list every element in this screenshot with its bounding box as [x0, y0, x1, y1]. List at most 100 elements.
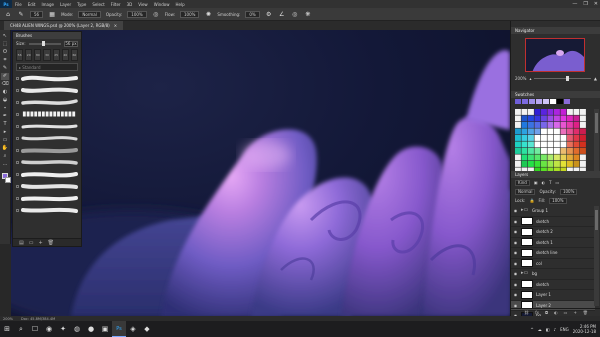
path-select-tool-icon[interactable]: ▸: [1, 129, 9, 136]
visibility-eye-icon[interactable]: ◉: [513, 240, 518, 245]
swatch-cell[interactable]: [541, 122, 547, 128]
swatch-cell[interactable]: [580, 128, 586, 135]
swatch-cell[interactable]: [560, 115, 567, 122]
swatch-cell[interactable]: [547, 109, 554, 115]
swatch-color[interactable]: [550, 99, 556, 104]
brush-size-picker[interactable]: 56: [30, 10, 44, 18]
taskbar-app-icon[interactable]: ◆: [140, 321, 154, 337]
layer-row[interactable]: ◉ ▸▭ Group 1: [511, 206, 595, 217]
swatch-cell[interactable]: [547, 161, 554, 167]
brush-stroke-item[interactable]: [16, 170, 78, 179]
swatch-cell[interactable]: [521, 122, 528, 128]
swatch-color[interactable]: [557, 99, 563, 104]
checkbox[interactable]: [16, 125, 19, 128]
swatch-cell[interactable]: [515, 115, 521, 122]
swatch-grid[interactable]: [511, 109, 591, 179]
swatch-cell[interactable]: [580, 161, 586, 167]
new-brush-icon[interactable]: +: [38, 240, 42, 246]
swatch-cell[interactable]: [580, 135, 586, 141]
swatch-cell[interactable]: [580, 115, 586, 122]
layer-row[interactable]: ◉ sketch 1: [511, 238, 595, 248]
swatch-cell[interactable]: [573, 135, 580, 141]
dodge-tool-icon[interactable]: ⬩: [1, 105, 9, 112]
airbrush-icon[interactable]: ✺: [204, 10, 212, 18]
layer-row[interactable]: ◉ sketch: [511, 217, 595, 227]
marquee-tool-icon[interactable]: ⬚: [1, 41, 9, 48]
volume-icon[interactable]: ♪: [554, 327, 557, 332]
swatch-cell[interactable]: [573, 141, 580, 148]
navigator-thumbnail[interactable]: [525, 38, 585, 72]
pen-tool-icon[interactable]: ✒: [1, 113, 9, 120]
swatch-cell[interactable]: [541, 141, 547, 148]
brush-preset[interactable]: 40: [61, 49, 69, 61]
angle-icon[interactable]: ∠: [278, 10, 286, 18]
visibility-eye-icon[interactable]: ◉: [513, 271, 518, 276]
swatch-cell[interactable]: [573, 148, 580, 154]
taskbar-app-icon[interactable]: ▣: [98, 321, 112, 337]
swatch-cell[interactable]: [560, 109, 567, 115]
document-tab-close-icon[interactable]: ×: [114, 23, 117, 28]
swatch-cell[interactable]: [573, 161, 580, 167]
visibility-eye-icon[interactable]: ◉: [513, 229, 518, 234]
brush-stroke-item[interactable]: [16, 158, 78, 167]
menu-file[interactable]: File: [12, 2, 25, 7]
taskbar-app-icon[interactable]: ◍: [70, 321, 84, 337]
swatch-cell[interactable]: [534, 109, 541, 115]
swatch-cell[interactable]: [567, 128, 573, 135]
swatch-cell[interactable]: [580, 154, 586, 161]
swatch-cell[interactable]: [567, 141, 573, 148]
zoom-out-icon[interactable]: ▴: [529, 76, 531, 81]
swatches-scrollbar[interactable]: [594, 109, 599, 179]
brush-size-slider[interactable]: [28, 40, 61, 46]
brush-settings-icon[interactable]: ▤: [19, 240, 24, 246]
checkbox[interactable]: [16, 89, 19, 92]
tray-overflow-icon[interactable]: ^: [530, 327, 533, 332]
swatch-cell[interactable]: [534, 161, 541, 167]
navigator-zoom-value[interactable]: 200%: [515, 76, 526, 81]
layer-row[interactable]: ◉ sketch 2: [511, 227, 595, 238]
swatches-tab[interactable]: Swatches: [515, 92, 534, 97]
minimize-button[interactable]: —: [572, 1, 577, 7]
swatch-cell[interactable]: [560, 148, 567, 154]
swatch-color[interactable]: [536, 99, 542, 104]
checkbox[interactable]: [16, 173, 19, 176]
filter-shape-icon[interactable]: ▭: [556, 180, 560, 185]
layer-row[interactable]: ◉ Layer 1: [511, 290, 595, 301]
layer-kind-filter[interactable]: Kind: [515, 179, 530, 186]
swatch-cell[interactable]: [521, 154, 528, 161]
brush-stroke-item[interactable]: [16, 122, 78, 131]
checkbox[interactable]: [16, 197, 19, 200]
layer-row[interactable]: ◉ ▸▭ bg: [511, 269, 595, 280]
menu-layer[interactable]: Layer: [57, 2, 74, 7]
filter-pixel-icon[interactable]: ▣: [534, 180, 538, 185]
brush-tool-icon[interactable]: ✐: [1, 73, 9, 80]
swatch-cell[interactable]: [560, 122, 567, 128]
swatch-cell[interactable]: [528, 161, 534, 167]
taskbar-app-icon[interactable]: ✦: [56, 321, 70, 337]
swatch-cell[interactable]: [528, 148, 534, 154]
link-layers-icon[interactable]: ⛓: [524, 310, 529, 315]
visibility-eye-icon[interactable]: ◉: [513, 261, 518, 266]
swatch-cell[interactable]: [528, 154, 534, 161]
eyedropper-tool-icon[interactable]: ✎: [1, 65, 9, 72]
home-icon[interactable]: ⌂: [4, 10, 12, 18]
swatch-cell[interactable]: [534, 115, 541, 122]
layer-row[interactable]: ◉ col: [511, 259, 595, 269]
swatch-cell[interactable]: [528, 128, 534, 135]
smoothing-field[interactable]: 0%: [245, 10, 260, 18]
brush-preset[interactable]: 20: [25, 49, 33, 61]
brush-preset[interactable]: 56: [16, 49, 24, 61]
swatch-cell[interactable]: [580, 148, 586, 154]
swatch-cell[interactable]: [528, 135, 534, 141]
hand-tool-icon[interactable]: ✋: [1, 145, 9, 152]
menu-window[interactable]: Window: [151, 2, 173, 7]
swatch-cell[interactable]: [547, 115, 554, 122]
swatch-color[interactable]: [515, 99, 521, 104]
swatch-cell[interactable]: [567, 148, 573, 154]
swatch-cell[interactable]: [534, 128, 541, 135]
swatch-cell[interactable]: [560, 128, 567, 135]
swatch-cell[interactable]: [541, 161, 547, 167]
search-icon[interactable]: ⌕: [14, 321, 28, 337]
opacity-field[interactable]: 100%: [127, 10, 147, 18]
swatch-cell[interactable]: [528, 141, 534, 148]
